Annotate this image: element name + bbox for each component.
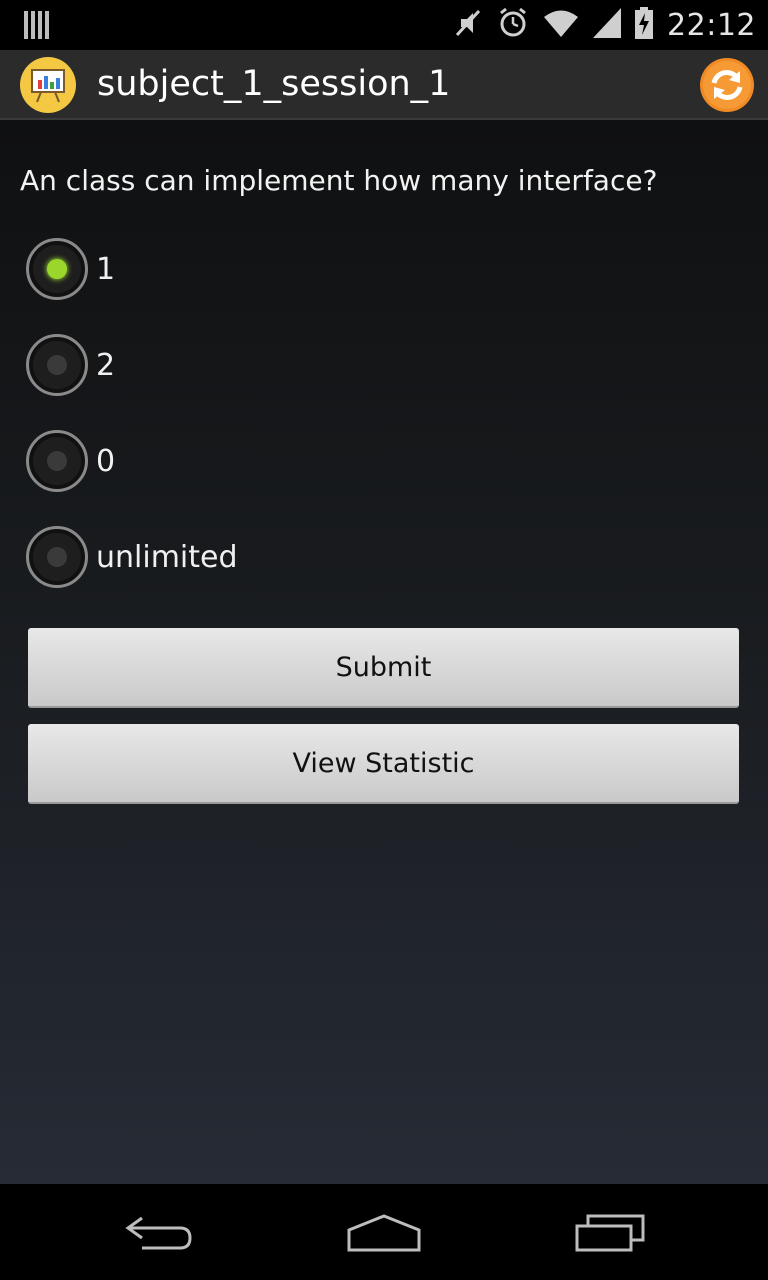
back-icon[interactable] [124, 1212, 194, 1256]
recent-apps-icon[interactable] [574, 1212, 646, 1256]
option-unlimited[interactable]: unlimited [26, 524, 238, 590]
home-icon[interactable] [346, 1212, 422, 1256]
battery-charging-icon [635, 7, 654, 43]
alarm-icon [497, 7, 529, 43]
radio-button[interactable] [26, 334, 88, 396]
refresh-icon[interactable] [699, 57, 755, 113]
option-label: 2 [96, 347, 116, 383]
radio-button[interactable] [26, 430, 88, 492]
radio-button[interactable] [26, 526, 88, 588]
question-text: An class can implement how many interfac… [20, 164, 658, 197]
option-2[interactable]: 2 [26, 332, 115, 398]
option-1[interactable]: 1 [26, 236, 115, 302]
radio-button-checked[interactable] [26, 238, 88, 300]
action-bar: subject_1_session_1 [0, 50, 768, 120]
notification-bars-icon [24, 11, 50, 43]
mute-icon [453, 7, 483, 43]
option-label: 1 [96, 251, 116, 287]
clock-time: 22:12 [667, 7, 756, 43]
submit-button[interactable]: Submit [28, 628, 739, 708]
option-label: unlimited [96, 539, 238, 575]
signal-icon [593, 8, 622, 42]
presentation-chart-icon[interactable] [20, 57, 76, 113]
view-statistic-button[interactable]: View Statistic [28, 724, 739, 804]
wifi-icon [543, 8, 579, 42]
quiz-content: An class can implement how many interfac… [0, 120, 768, 1184]
status-bar: 22:12 [0, 0, 768, 50]
option-label: 0 [96, 443, 116, 479]
option-0[interactable]: 0 [26, 428, 115, 494]
navigation-bar [0, 1184, 768, 1280]
app-title: subject_1_session_1 [97, 64, 451, 104]
